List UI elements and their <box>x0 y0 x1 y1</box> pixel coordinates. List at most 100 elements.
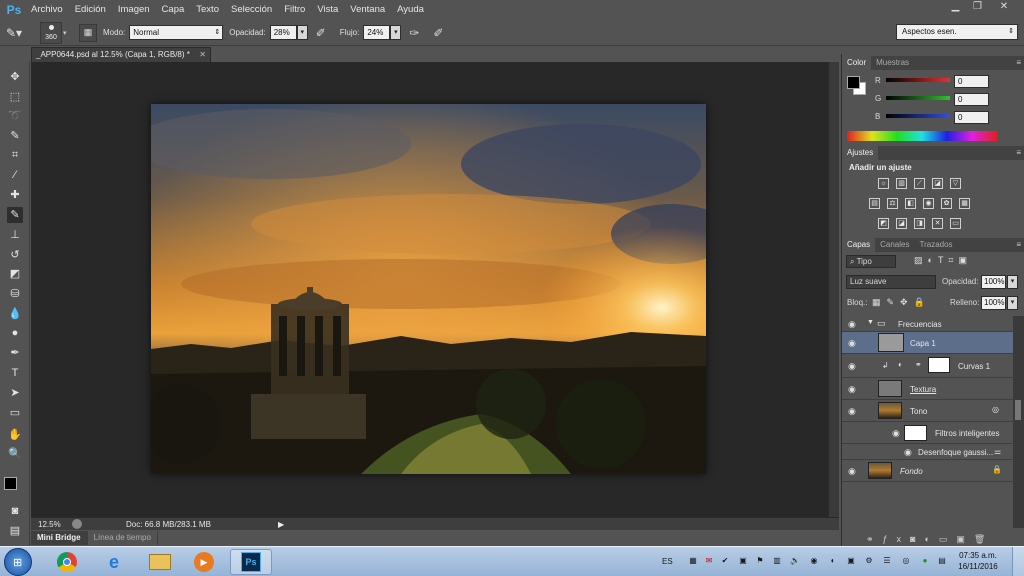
channel-b-input[interactable]: 0 <box>954 111 989 124</box>
clock[interactable]: 07:35 a.m. 16/11/2016 <box>953 550 1003 572</box>
tray-icon-9[interactable]: ◐ <box>827 555 839 567</box>
vertical-scrollbar[interactable] <box>828 62 839 517</box>
tab-timeline[interactable]: Línea de tiempo <box>88 531 158 545</box>
brush-panel-icon[interactable]: ▦ <box>79 23 97 42</box>
menu-archivo[interactable]: Archivo <box>25 0 69 20</box>
menu-capa[interactable]: Capa <box>156 0 191 20</box>
menu-seleccion[interactable]: Selección <box>225 0 278 20</box>
color-foreground-swatch[interactable] <box>847 76 860 89</box>
chevron-down-icon[interactable]: ▾ <box>1007 296 1018 310</box>
layer-opacity-input[interactable]: 100% <box>981 275 1006 289</box>
filter-options-icon[interactable]: ⚌ <box>994 447 1001 456</box>
pen-tool-icon[interactable]: ✒ <box>7 345 23 361</box>
canvas-area[interactable] <box>31 62 828 517</box>
color-spectrum-ramp[interactable] <box>847 131 997 141</box>
document-info-icon[interactable] <box>72 519 82 529</box>
hand-tool-icon[interactable]: ✋ <box>7 427 23 443</box>
document-image[interactable] <box>151 104 706 474</box>
channel-mixer-icon[interactable]: ✿ <box>941 198 952 209</box>
visibility-eye-icon[interactable]: ◉ <box>848 319 856 330</box>
layer-filter-select[interactable]: ⌕ Tipo <box>846 255 896 268</box>
visibility-eye-icon[interactable]: ◉ <box>848 338 856 349</box>
menu-filtro[interactable]: Filtro <box>278 0 311 20</box>
lock-icons[interactable]: ▦✎✥🔒 <box>872 297 931 308</box>
opacity-input[interactable]: 28% <box>269 25 297 40</box>
gradient-map-icon[interactable]: ▭ <box>950 218 961 229</box>
lasso-tool-icon[interactable]: ➰ <box>7 108 23 124</box>
channel-g-slider[interactable] <box>886 96 950 100</box>
type-tool-icon[interactable]: T <box>7 365 23 381</box>
tab-mini-bridge[interactable]: Mini Bridge <box>31 531 88 545</box>
status-menu-arrow-icon[interactable]: ▶ <box>278 520 284 529</box>
tray-icon-8[interactable]: ◉ <box>808 555 820 567</box>
chevron-down-icon[interactable]: ▾ <box>63 29 71 37</box>
path-selection-tool-icon[interactable]: ➤ <box>7 385 23 401</box>
layer-row[interactable]: ◉ ↲ ◐ ⚭ Curvas 1 <box>842 354 1013 378</box>
visibility-eye-icon[interactable]: ◉ <box>848 361 856 372</box>
selective-color-icon[interactable]: ✕ <box>932 218 943 229</box>
minimize-icon[interactable]: ▁ <box>944 0 967 14</box>
blend-mode-select[interactable]: Luz suave <box>846 275 936 289</box>
menu-ayuda[interactable]: Ayuda <box>391 0 430 20</box>
panel-menu-icon[interactable]: ≡ <box>1016 56 1021 70</box>
hue-saturation-icon[interactable]: ▤ <box>869 198 880 209</box>
scroll-thumb[interactable] <box>1015 400 1021 420</box>
start-button[interactable]: ⊞ <box>4 548 32 576</box>
channel-r-slider[interactable] <box>886 78 950 82</box>
menu-imagen[interactable]: Imagen <box>112 0 156 20</box>
levels-icon[interactable]: ▥ <box>896 178 907 189</box>
menu-vista[interactable]: Vista <box>311 0 344 20</box>
tab-paths[interactable]: Trazados <box>914 238 957 252</box>
chrome-taskbar-button[interactable] <box>46 549 88 575</box>
tray-icon-13[interactable]: ◎ <box>900 555 912 567</box>
visibility-eye-icon[interactable]: ◉ <box>848 406 856 417</box>
tray-icon-3[interactable]: ✔ <box>719 555 731 567</box>
restore-icon[interactable]: ❐ <box>966 0 989 14</box>
rectangle-tool-icon[interactable]: ▭ <box>7 405 23 421</box>
photoshop-taskbar-button[interactable]: Ps <box>230 549 272 575</box>
posterize-icon[interactable]: ◪ <box>896 218 907 229</box>
flow-input[interactable]: 24% <box>363 25 391 40</box>
filter-row[interactable]: ◉ Desenfoque gaussi... ⚌ <box>842 444 1013 460</box>
media-player-taskbar-button[interactable]: ▶ <box>183 549 225 575</box>
fill-input[interactable]: 100% <box>981 296 1006 310</box>
language-indicator[interactable]: ES <box>662 557 673 566</box>
brush-size-picker[interactable]: 360 <box>40 21 62 44</box>
menu-edicion[interactable]: Edición <box>69 0 112 20</box>
visibility-eye-icon[interactable]: ◉ <box>848 466 856 477</box>
close-icon[interactable]: ✕ <box>990 0 1018 14</box>
menu-texto[interactable]: Texto <box>190 0 225 20</box>
layer-row[interactable]: ◉ Textura <box>842 378 1013 400</box>
tab-color[interactable]: Color <box>842 56 872 70</box>
flag-icon[interactable]: ⚑ <box>754 555 766 567</box>
smart-filters-row[interactable]: ◉ Filtros inteligentes <box>842 422 1013 444</box>
channel-g-input[interactable]: 0 <box>954 93 989 106</box>
marquee-tool-icon[interactable]: ⬚ <box>7 89 23 105</box>
channel-r-input[interactable]: 0 <box>954 75 989 88</box>
brush-tool-preset-icon[interactable]: ✎▾ <box>6 23 32 43</box>
show-desktop-button[interactable] <box>1012 547 1024 576</box>
opacity-dropdown[interactable]: ▾ <box>296 25 308 40</box>
mode-select[interactable]: Normal ⇕ <box>129 25 224 40</box>
brush-tool-icon[interactable]: ✎ <box>7 207 23 223</box>
tab-swatches[interactable]: Muestras <box>871 56 914 70</box>
vibrance-icon[interactable]: ▽ <box>950 178 961 189</box>
explorer-taskbar-button[interactable] <box>139 549 181 575</box>
document-tab[interactable]: _APP0644.psd al 12.5% (Capa 1, RGB/8) * … <box>31 47 211 62</box>
menu-ventana[interactable]: Ventana <box>344 0 391 20</box>
expand-triangle-icon[interactable]: ▼ <box>867 319 874 326</box>
eraser-tool-icon[interactable]: ◩ <box>7 266 23 282</box>
history-brush-tool-icon[interactable]: ↺ <box>7 247 23 263</box>
pressure-opacity-icon[interactable]: ✐ <box>316 26 326 40</box>
tray-icon-1[interactable]: ▦ <box>687 555 699 567</box>
quick-mask-icon[interactable]: ◙ <box>7 503 23 519</box>
layer-filter-icons[interactable]: ▨◐T⌗▣ <box>914 255 972 266</box>
layer-row[interactable]: ◉ Tono ◎ <box>842 400 1013 422</box>
color-balance-icon[interactable]: ⚖ <box>887 198 898 209</box>
ie-taskbar-button[interactable]: e <box>93 549 135 575</box>
blur-tool-icon[interactable]: 💧 <box>7 306 23 322</box>
curves-icon[interactable]: ⟋ <box>914 178 925 189</box>
black-white-icon[interactable]: ◧ <box>905 198 916 209</box>
color-lookup-icon[interactable]: ▦ <box>959 198 970 209</box>
foreground-color-swatch[interactable] <box>4 477 17 490</box>
